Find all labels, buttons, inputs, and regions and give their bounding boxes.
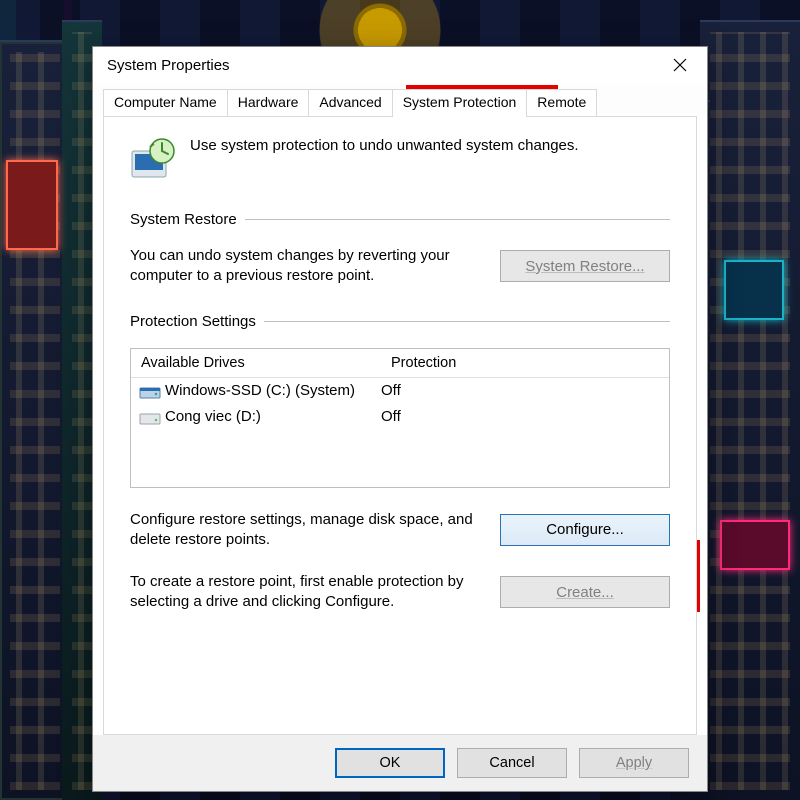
col-available-drives: Available Drives	[131, 349, 381, 378]
drive-name: Windows-SSD (C:) (System)	[165, 382, 381, 399]
tab-advanced[interactable]: Advanced	[308, 89, 392, 116]
drive-system-icon	[139, 380, 161, 402]
tabstrip: Computer Name Hardware Advanced System P…	[93, 83, 707, 116]
ok-button[interactable]: OK	[335, 748, 445, 778]
group-title-protection-settings: Protection Settings	[130, 313, 256, 330]
system-protection-icon	[130, 137, 176, 183]
configure-desc: Configure restore settings, manage disk …	[130, 510, 482, 551]
divider	[264, 321, 670, 322]
close-icon	[673, 58, 687, 72]
drive-protection: Off	[381, 382, 401, 399]
dialog-footer: OK Cancel Apply	[93, 735, 707, 791]
divider	[245, 219, 670, 220]
system-properties-dialog: System Properties Computer Name Hardware…	[92, 46, 708, 792]
tab-system-protection[interactable]: System Protection	[392, 89, 528, 116]
window-title: System Properties	[107, 57, 230, 74]
tab-remote[interactable]: Remote	[526, 89, 597, 116]
col-protection: Protection	[381, 349, 669, 378]
table-row[interactable]: Windows-SSD (C:) (System) Off	[131, 378, 669, 404]
tab-hardware[interactable]: Hardware	[227, 89, 310, 116]
system-restore-button[interactable]: System Restore...	[500, 250, 670, 282]
drive-name: Cong viec (D:)	[165, 408, 381, 425]
create-desc: To create a restore point, first enable …	[130, 572, 482, 613]
intro-text: Use system protection to undo unwanted s…	[190, 137, 579, 154]
drive-protection: Off	[381, 408, 401, 425]
tab-computer-name[interactable]: Computer Name	[103, 89, 228, 116]
cancel-button[interactable]: Cancel	[457, 748, 567, 778]
system-restore-desc: You can undo system changes by reverting…	[130, 246, 482, 287]
titlebar[interactable]: System Properties	[93, 47, 707, 83]
close-button[interactable]	[657, 49, 703, 81]
drives-table[interactable]: Available Drives Protection Windows-SSD …	[130, 348, 670, 488]
drive-icon	[139, 406, 161, 428]
group-title-system-restore: System Restore	[130, 211, 237, 228]
create-button[interactable]: Create...	[500, 576, 670, 608]
configure-button[interactable]: Configure...	[500, 514, 670, 546]
table-row[interactable]: Cong viec (D:) Off	[131, 404, 669, 430]
table-header: Available Drives Protection	[131, 349, 669, 378]
apply-button[interactable]: Apply	[579, 748, 689, 778]
tabsheet-system-protection: Use system protection to undo unwanted s…	[103, 116, 697, 735]
